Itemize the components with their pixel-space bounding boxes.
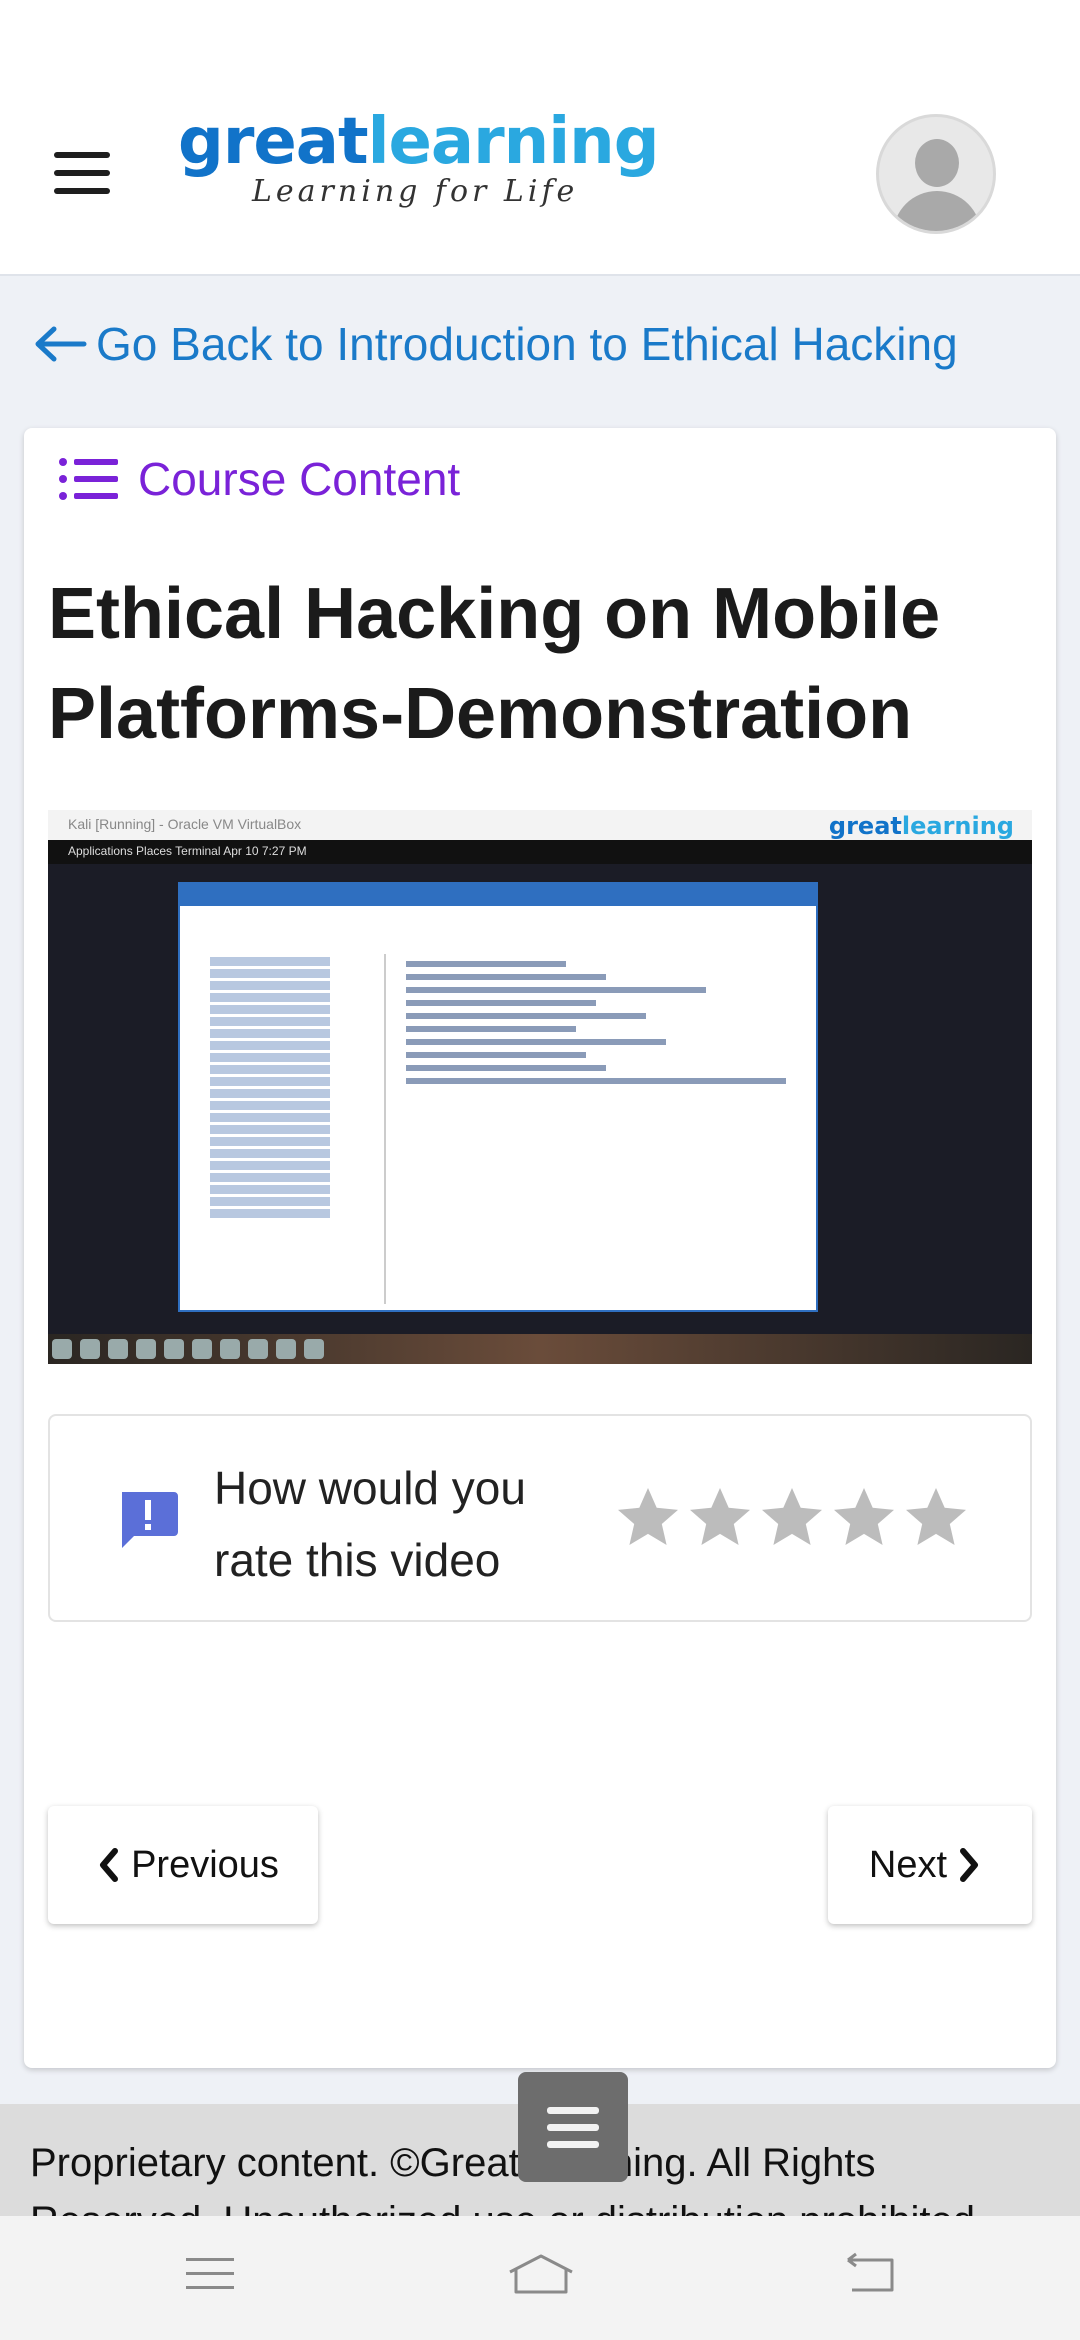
course-content-label: Course Content	[138, 453, 461, 505]
video-watermark-logo: greatlearning	[829, 812, 1014, 840]
menu-icon-bar	[547, 2106, 599, 2114]
video-decompiler-titlebar	[180, 884, 816, 906]
rating-question: How would you rate this video	[214, 1462, 526, 1586]
home-icon[interactable]	[506, 2252, 576, 2296]
chevron-right-icon	[960, 1848, 979, 1882]
feedback-icon	[122, 1492, 178, 1548]
star-rating[interactable]	[612, 1482, 972, 1554]
star-icon[interactable]	[612, 1482, 684, 1554]
app-header: greatlearning Learning for Life	[0, 0, 1080, 276]
menu-icon-bar	[54, 170, 110, 176]
next-button[interactable]: Next	[828, 1806, 1032, 1924]
system-navigation-bar	[0, 2216, 1080, 2340]
menu-icon-bar	[54, 188, 110, 194]
back-icon[interactable]	[842, 2252, 898, 2296]
list-icon	[59, 458, 118, 500]
star-icon[interactable]	[756, 1482, 828, 1554]
logo-wordmark: greatlearning	[178, 110, 660, 174]
menu-icon-bar	[54, 152, 110, 158]
video-desktop-topbar: Applications Places Terminal Apr 10 7:27…	[48, 840, 1032, 864]
user-avatar[interactable]	[876, 114, 996, 234]
lesson-title: Ethical Hacking on Mobile Platforms-Demo…	[48, 574, 941, 754]
logo-tagline: Learning for Life	[252, 174, 579, 209]
menu-icon-bar	[547, 2140, 599, 2148]
star-icon[interactable]	[900, 1482, 972, 1554]
rating-panel: How would you rate this video	[48, 1414, 1032, 1622]
previous-label: Previous	[131, 1843, 279, 1886]
video-watermark-great: great	[828, 812, 902, 840]
course-content-link[interactable]: Course Content	[58, 452, 460, 506]
next-label: Next	[868, 1843, 948, 1886]
star-icon[interactable]	[684, 1482, 756, 1554]
video-code-pane	[396, 954, 806, 1304]
chevron-left-icon	[100, 1848, 119, 1882]
menu-icon-bar	[547, 2123, 599, 2131]
previous-button[interactable]: Previous	[48, 1806, 318, 1924]
floating-menu-button[interactable]	[518, 2072, 628, 2182]
avatar-body-icon	[893, 191, 981, 231]
back-to-course-link[interactable]: Go Back to Introduction to Ethical Hacki…	[32, 312, 958, 376]
logo-word-learning: learning	[367, 105, 660, 179]
great-learning-logo[interactable]: greatlearning Learning for Life	[178, 110, 660, 220]
video-file-tree	[186, 954, 386, 1304]
avatar-head-icon	[915, 139, 959, 187]
hamburger-menu-button[interactable]	[54, 152, 112, 196]
video-decompiler-window	[178, 882, 818, 1312]
lesson-card: Course Content Ethical Hacking on Mobile…	[24, 428, 1056, 2068]
video-watermark-learning: learning	[901, 812, 1014, 840]
video-taskbar	[48, 1334, 1032, 1364]
video-player[interactable]: Kali [Running] - Oracle VM VirtualBox gr…	[48, 810, 1032, 1364]
back-link-label: Go Back to Introduction to Ethical Hacki…	[96, 318, 958, 370]
arrow-left-icon	[35, 326, 87, 362]
star-icon[interactable]	[828, 1482, 900, 1554]
logo-word-great: great	[178, 105, 369, 179]
recent-apps-icon[interactable]	[184, 2252, 236, 2296]
